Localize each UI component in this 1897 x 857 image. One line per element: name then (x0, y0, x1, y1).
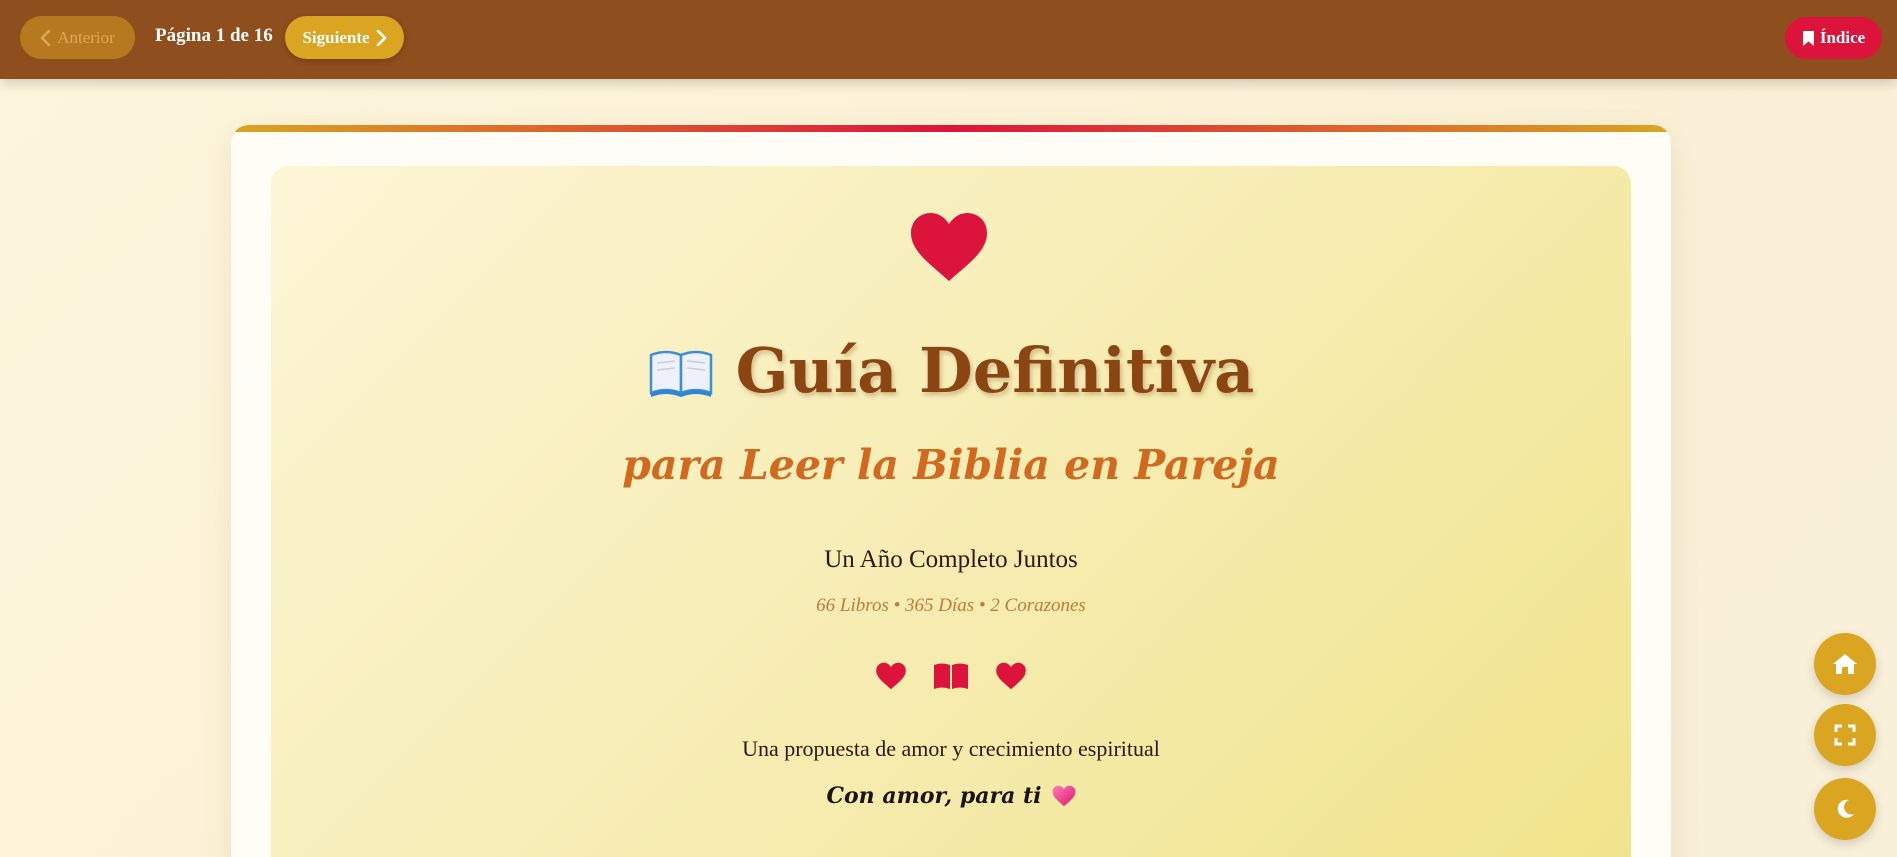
heart-icon (911, 213, 987, 281)
cover-subtitle: para Leer la Biblia en Pareja (622, 441, 1280, 489)
cover-dedication: Con amor, para ti (826, 783, 1042, 809)
cover-panel: Guía Definitiva para Leer la Biblia en P… (271, 166, 1631, 857)
cover-tagline: Un Año Completo Juntos (824, 546, 1078, 573)
next-page-button[interactable]: Siguiente (285, 16, 404, 59)
index-label: Índice (1819, 28, 1866, 47)
index-button[interactable]: Índice (1785, 17, 1882, 59)
fullscreen-icon (1834, 724, 1856, 746)
chevron-left-icon (40, 29, 51, 46)
cover-dedication-row: Con amor, para ti (271, 783, 1631, 809)
book-icon (934, 663, 968, 689)
cover-card: Guía Definitiva para Leer la Biblia en P… (231, 125, 1671, 857)
heart-icon (996, 662, 1026, 690)
top-navigation-bar: Anterior Página 1 de 16 Siguiente Índice (0, 0, 1897, 79)
cover-meta: 66 Libros • 365 Días • 2 Corazones (816, 595, 1086, 616)
fullscreen-button[interactable] (1814, 704, 1876, 766)
cover-title: Guía Definitiva (735, 334, 1255, 407)
open-book-icon (649, 350, 712, 397)
home-button[interactable] (1814, 633, 1876, 695)
card-accent-line (231, 125, 1671, 132)
previous-page-button[interactable]: Anterior (20, 16, 135, 59)
cover-title-row: Guía Definitiva (271, 334, 1631, 407)
page-indicator: Página 1 de 16 (155, 25, 273, 46)
cover-proposal: Una propuesta de amor y crecimiento espi… (742, 736, 1160, 761)
decorative-icon-row (271, 662, 1631, 690)
pink-heart-icon (1052, 785, 1075, 807)
previous-page-label: Anterior (57, 27, 115, 47)
dark-mode-button[interactable] (1814, 778, 1876, 840)
heart-icon (876, 662, 906, 690)
home-icon (1833, 654, 1857, 674)
moon-icon (1837, 799, 1854, 818)
chevron-right-icon (376, 29, 386, 46)
next-page-label: Siguiente (302, 27, 370, 47)
bookmark-icon (1802, 30, 1814, 46)
